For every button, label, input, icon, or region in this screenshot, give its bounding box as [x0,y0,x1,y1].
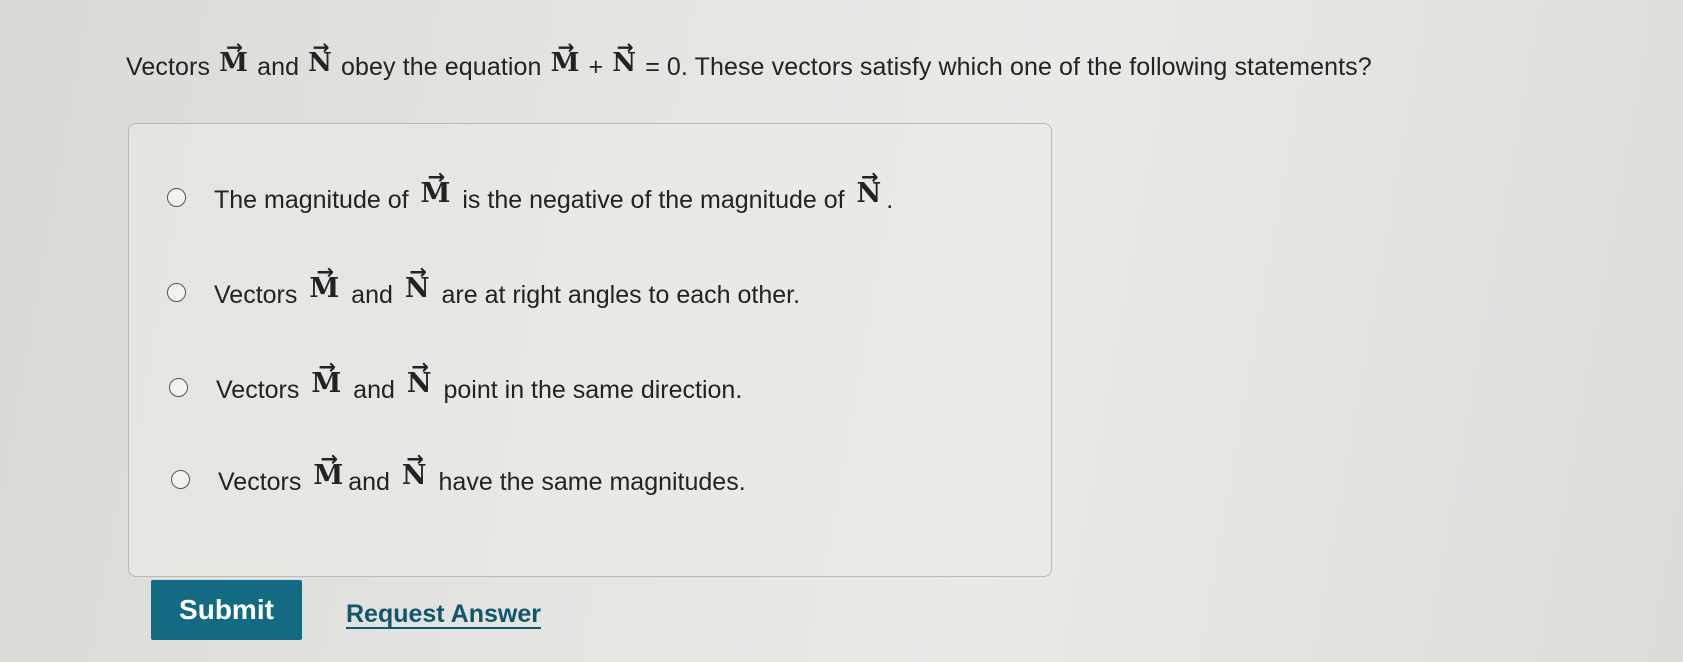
option-item[interactable]: Vectors → M and → N point in the same dire… [169,354,743,417]
vector-arrow-icon: → [312,35,330,60]
vector-arrow-icon: → [427,164,446,190]
vector-m: → M [550,35,580,78]
radio-empty-icon[interactable] [169,377,188,397]
question-prefix: Vectors [126,53,211,81]
plus-sign: + [588,53,604,81]
radio-empty-icon[interactable] [167,282,186,302]
request-answer-link[interactable]: Request Answer [346,600,541,629]
vector-arrow-icon: → [409,259,427,285]
question-suffix: = 0. These vectors satisfy which one of … [645,53,1372,81]
vector-arrow-icon: → [316,259,335,285]
vector-arrow-icon: → [861,164,879,190]
option-label: The magnitude of → M is the negative of t… [214,164,894,214]
question-mid: obey the equation [341,53,542,81]
option-label: Vectors → Mand → N have the same magnitude… [218,446,746,496]
vector-arrow-icon: → [411,354,429,380]
radio-empty-icon[interactable] [167,187,186,207]
question-conj: and [257,53,300,81]
submit-button[interactable]: Submit [151,580,302,640]
option-item[interactable]: The magnitude of → M is the negative of t… [167,164,894,227]
radio-empty-icon[interactable] [171,469,190,489]
vector-arrow-icon: → [226,35,244,60]
vector-n: → N [308,35,332,78]
vector-arrow-icon: → [616,35,634,60]
vector-arrow-icon: → [406,446,425,472]
vector-arrow-icon: → [557,35,575,60]
option-item[interactable]: Vectors → M and → N are at right angles to… [167,259,801,322]
option-label: Vectors → M and → N are at right angles to… [214,259,801,309]
vector-arrow-icon: → [320,446,339,472]
vector-m: → M [219,35,249,78]
question-text: Vectors → M and → N obey the equation → M +… [126,35,1646,82]
vector-n: → N [612,35,637,78]
option-label: Vectors → M and → N point in the same dire… [216,354,743,404]
option-item[interactable]: Vectors → Mand → N have the same magnitude… [171,446,746,509]
vector-arrow-icon: → [318,354,337,380]
answer-options-panel: The magnitude of → M is the negative of t… [128,123,1052,577]
